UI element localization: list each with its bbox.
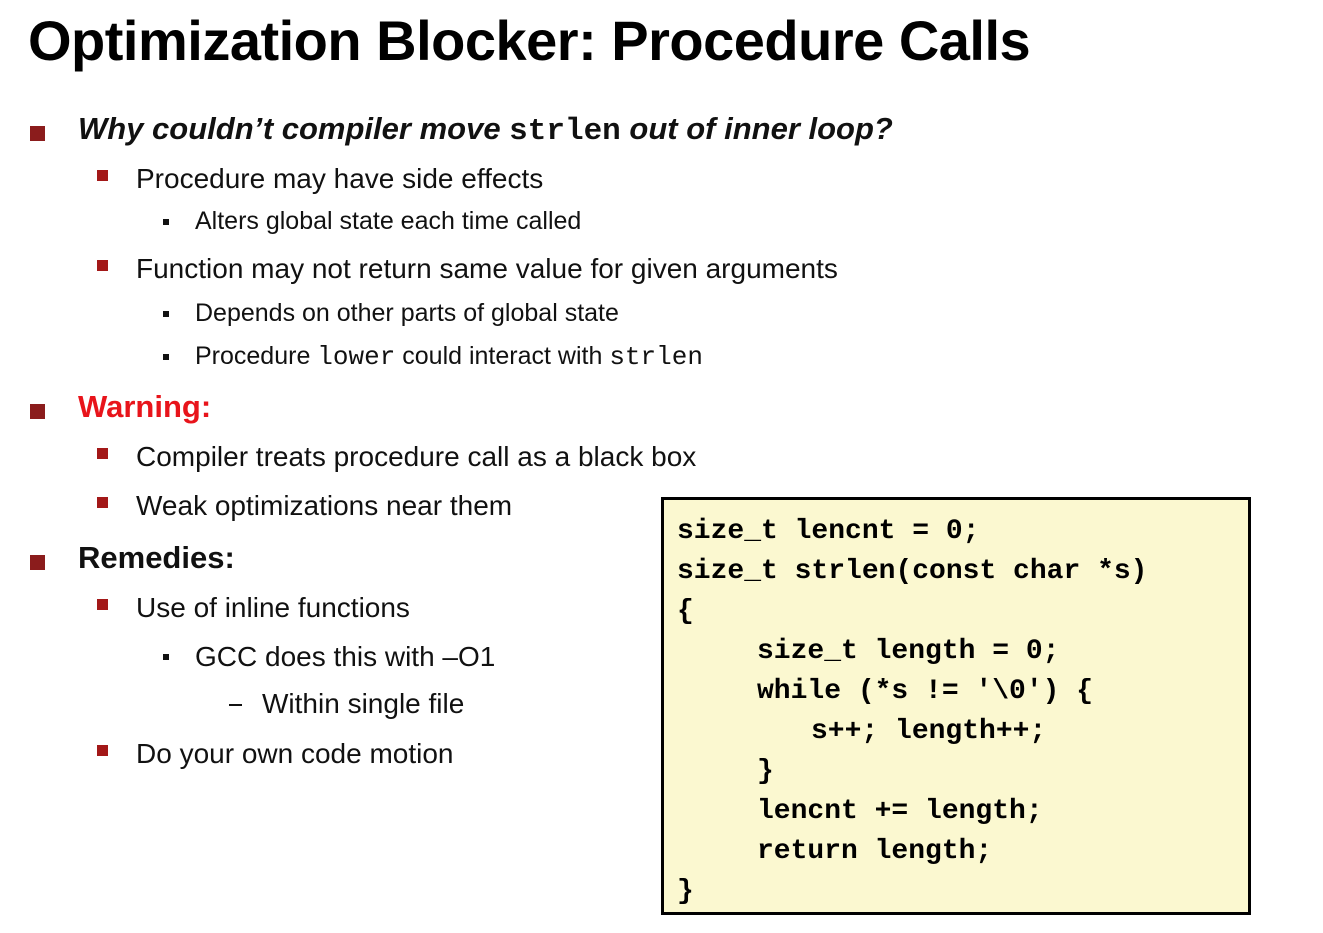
bullet-small-square-icon [163, 654, 169, 660]
bullet-square-icon [97, 497, 108, 508]
interact-item: Procedure lower could interact with strl… [195, 342, 703, 372]
question-code-strlen: strlen [509, 114, 621, 149]
motion-item: Do your own code motion [136, 738, 454, 769]
dash-bullet-icon [229, 704, 242, 706]
bullet-square-icon [30, 555, 45, 570]
alters-item: Alters global state each time called [195, 207, 582, 235]
bullet-square-icon [97, 170, 108, 181]
question-bullet: Why couldn’t compiler move strlen out of… [78, 113, 893, 147]
bullet-square-icon [97, 745, 108, 756]
code-line: size_t lencnt = 0; [677, 516, 980, 547]
bullet-square-icon [30, 126, 45, 141]
bullet-small-square-icon [163, 311, 169, 317]
code-line: size_t strlen(const char *s) [677, 556, 1148, 587]
code-line: lencnt += length; [757, 796, 1043, 827]
code-line: size_t length = 0; [757, 636, 1060, 667]
not-same-item: Function may not return same value for g… [136, 253, 838, 284]
inline-item: Use of inline functions [136, 592, 410, 623]
question-text-pre: Why couldn’t compiler move [78, 111, 510, 146]
interact-code-strlen: strlen [609, 342, 703, 372]
weak-item: Weak optimizations near them [136, 490, 513, 521]
code-line: } [757, 756, 774, 787]
interact-code-lower: lower [317, 342, 396, 372]
bullet-square-icon [97, 599, 108, 610]
code-line: s++; length++; [811, 716, 1047, 747]
bullet-small-square-icon [163, 354, 169, 360]
code-line: return length; [757, 836, 993, 867]
side-effects-item: Procedure may have side effects [136, 163, 544, 194]
code-block: size_t lencnt = 0; size_t strlen(const c… [661, 497, 1251, 915]
code-line: while (*s != '\0') { [757, 676, 1094, 707]
interact-text-pre: Procedure [195, 342, 318, 370]
slide-title: Optimization Blocker: Procedure Calls [28, 9, 1031, 72]
gcc-item: GCC does this with –O1 [195, 641, 496, 672]
bullet-square-icon [97, 260, 108, 271]
black-box-item: Compiler treats procedure call as a blac… [136, 441, 697, 472]
interact-text-mid: could interact with [395, 342, 610, 370]
question-text-post: out of inner loop? [620, 111, 893, 146]
bullet-square-icon [30, 404, 45, 419]
bullet-small-square-icon [163, 219, 169, 225]
code-line: { [677, 596, 694, 627]
within-item: Within single file [262, 688, 465, 719]
code-line: } [677, 876, 694, 907]
remedies-heading: Remedies: [78, 540, 235, 575]
depends-item: Depends on other parts of global state [195, 299, 619, 327]
warning-heading: Warning: [78, 389, 212, 424]
bullet-square-icon [97, 448, 108, 459]
